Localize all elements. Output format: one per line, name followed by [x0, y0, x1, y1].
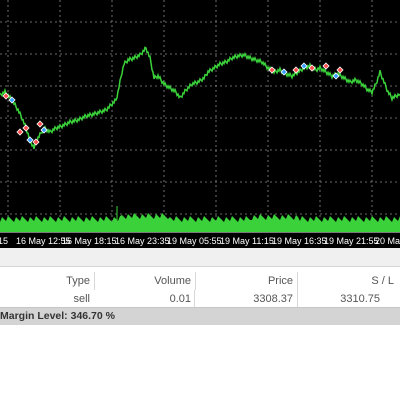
time-label: 15 [0, 236, 9, 246]
trade-table-header: Type Volume Price S / L [0, 272, 400, 291]
time-axis: 15 16 May 12:55 16 May 18:15 16 May 23:3… [0, 232, 400, 248]
trade-marker-icon [22, 124, 30, 132]
panel-separator [0, 248, 400, 267]
column-divider [194, 290, 195, 308]
time-label: 20 May [375, 236, 400, 246]
time-label: 19 May 11:15 [220, 236, 274, 246]
trade-marker-icon [16, 128, 24, 136]
time-label: 19 May 05:55 [167, 236, 222, 246]
trade-stop-loss: 3310.75 [340, 293, 380, 305]
time-label: 16 May 23:35 [115, 236, 170, 246]
trade-volume: 0.01 [169, 293, 191, 305]
chart-grid [0, 0, 400, 232]
price-chart[interactable]: 15 16 May 12:55 16 May 18:15 16 May 23:3… [0, 0, 400, 248]
column-header-price: Price [267, 275, 293, 287]
trade-price: 3308.37 [253, 293, 293, 305]
account-summary-row: Margin Level: 346.70 % [0, 307, 400, 325]
trade-marker-icon [36, 120, 44, 128]
trade-marker-icon [26, 136, 34, 144]
trade-type: sell [73, 293, 90, 305]
table-row[interactable]: sell 0.01 3308.37 3310.75 [0, 290, 400, 308]
chart-canvas[interactable] [0, 0, 400, 232]
time-label: 19 May 16:35 [272, 236, 327, 246]
time-label: 16 May 18:15 [62, 236, 117, 246]
time-label: 19 May 21:55 [324, 236, 379, 246]
column-header-type: Type [66, 275, 90, 287]
price-line [0, 46, 400, 150]
trade-marker-icon [322, 62, 330, 70]
margin-level: Margin Level: 346.70 % [0, 310, 115, 322]
column-header-sl: S / L [371, 275, 394, 287]
column-header-volume: Volume [154, 275, 191, 287]
